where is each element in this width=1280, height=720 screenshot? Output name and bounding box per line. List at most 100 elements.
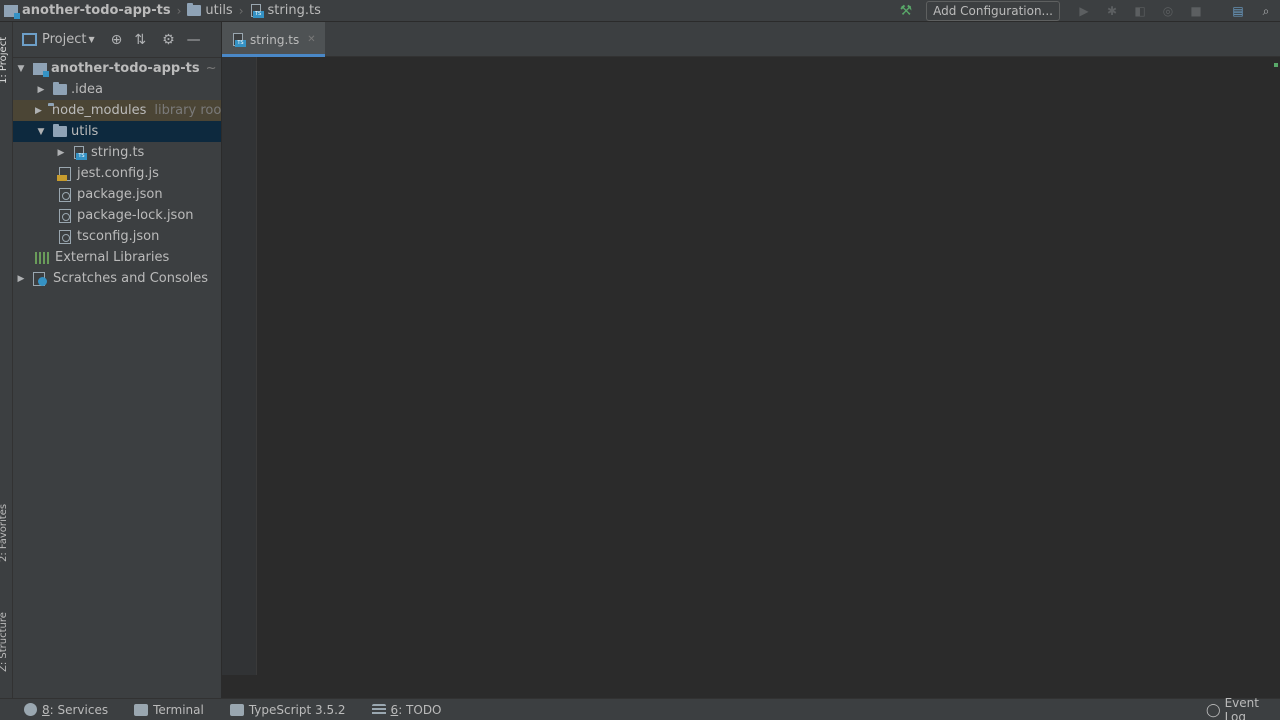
search-everywhere-icon[interactable]: ⌕ (1252, 4, 1280, 19)
collapsed-arrow-icon[interactable]: ▶ (55, 148, 67, 158)
project-view-selector[interactable]: Project ▼ (22, 32, 95, 47)
profile-icon[interactable]: ◎ (1154, 4, 1182, 18)
terminal-icon (134, 703, 149, 716)
event-log-icon: ◯ (1206, 702, 1221, 718)
todo-label: : TODO (398, 702, 442, 717)
breadcrumb-folder[interactable]: utils (185, 0, 234, 22)
typescript-file-icon: TS (250, 3, 264, 18)
breadcrumb-separator-icon: › (238, 3, 244, 18)
typescript-file-icon: TS (232, 32, 246, 47)
tree-item-label: package.json (77, 187, 163, 202)
tree-item-label: tsconfig.json (77, 229, 160, 244)
bottom-tool-bar: 8 : Services Terminal TypeScript 3.5.2 6… (0, 696, 1280, 720)
breadcrumb-folder-label: utils (205, 3, 233, 18)
tree-item-label: package-lock.json (77, 208, 194, 223)
collapsed-arrow-icon[interactable]: ▶ (35, 85, 47, 95)
tree-item-hint: ~ (205, 61, 217, 76)
project-view-label: Project (42, 32, 87, 47)
typescript-icon (229, 703, 244, 716)
tree-item-label: node_modules (51, 103, 147, 118)
project-icon (4, 4, 20, 19)
project-folder-icon (33, 62, 49, 77)
tree-item-package-json[interactable]: package.json (13, 184, 221, 205)
library-icon (35, 251, 49, 264)
expanded-arrow-icon[interactable]: ▼ (15, 64, 27, 74)
javascript-file-icon (57, 166, 71, 181)
services-tool-button[interactable]: 8 : Services (24, 703, 108, 717)
tree-item-jest-config[interactable]: jest.config.js (13, 163, 221, 184)
collapse-all-icon[interactable]: ⇅ (134, 32, 146, 48)
favorites-tool-button[interactable]: 2: Favorites (0, 504, 9, 562)
code-editor[interactable] (257, 57, 1280, 675)
tree-item-scratches[interactable]: ▶ Scratches and Consoles (13, 268, 221, 289)
typescript-label: TypeScript 3.5.2 (248, 702, 346, 717)
tree-item-root[interactable]: ▼ another-todo-app-ts ~ (13, 58, 221, 79)
event-log-tool-button[interactable]: ◯ Event Log (1206, 696, 1280, 720)
project-tree: ▼ another-todo-app-ts ~ ▶ .idea ▶ node_m… (13, 58, 221, 289)
build-hammer-icon[interactable]: ⚒ (900, 3, 913, 19)
navigation-bar: another-todo-app-ts › utils › TS string.… (0, 0, 1280, 22)
tree-item-string-ts[interactable]: ▶ TS string.ts (13, 142, 221, 163)
breadcrumb-file-label: string.ts (267, 3, 321, 18)
tab-string-ts[interactable]: TS string.ts ✕ (222, 22, 325, 57)
project-panel-header: Project ▼ ⊕ ⇅ ⚙ — (13, 22, 221, 58)
collapsed-arrow-icon[interactable]: ▶ (15, 274, 27, 284)
tree-item-tsconfig[interactable]: tsconfig.json (13, 226, 221, 247)
tree-item-node-modules[interactable]: ▶ node_modules library root (13, 100, 221, 121)
gear-icon[interactable]: ⚙ (162, 32, 175, 48)
bottom-bar-right: ◯ Event Log (1206, 696, 1280, 720)
tree-item-label: utils (71, 124, 99, 139)
folder-icon (53, 124, 67, 137)
project-panel: Project ▼ ⊕ ⇅ ⚙ — ▼ another-todo-app-ts … (13, 22, 222, 698)
typescript-file-icon: TS (73, 145, 87, 160)
tree-item-utils[interactable]: ▼ utils (13, 121, 221, 142)
chevron-down-icon: ▼ (88, 35, 95, 44)
tree-item-label: .idea (71, 82, 103, 97)
editor-gutter (222, 57, 257, 675)
breadcrumb-project-label: another-todo-app-ts (22, 3, 171, 18)
expanded-arrow-icon[interactable]: ▼ (35, 127, 47, 137)
collapsed-arrow-icon[interactable]: ▶ (35, 106, 42, 116)
run-icon[interactable]: ▶ (1070, 4, 1098, 18)
left-tool-strip: 1: Project 2: Favorites Z: Structure (0, 22, 13, 698)
tree-item-label: another-todo-app-ts (51, 61, 200, 76)
services-label: : Services (49, 702, 109, 717)
run-toolbar: ⚒ Add Configuration... ▶ ✱ ◧ ◎ ■ ▤ ⌕ (900, 0, 1280, 22)
tree-item-idea[interactable]: ▶ .idea (13, 79, 221, 100)
breadcrumb-project[interactable]: another-todo-app-ts (0, 0, 173, 22)
todo-shortcut: 6 (390, 702, 399, 717)
scratches-icon (33, 271, 47, 286)
json-file-icon (59, 208, 71, 223)
tree-item-external-libraries[interactable]: External Libraries (13, 247, 221, 268)
project-tool-button[interactable]: 1: Project (0, 37, 9, 84)
event-log-label: Event Log (1224, 696, 1259, 720)
stop-icon[interactable]: ■ (1182, 4, 1210, 18)
breadcrumb-file[interactable]: TS string.ts (248, 0, 323, 22)
project-view-icon (22, 33, 37, 46)
json-file-icon (59, 229, 71, 244)
services-icon (24, 703, 37, 716)
tree-item-label: jest.config.js (77, 166, 159, 181)
editor-tab-bar: TS string.ts ✕ (222, 22, 1280, 57)
structure-tool-button[interactable]: Z: Structure (0, 612, 9, 672)
tree-item-label: External Libraries (55, 250, 170, 265)
todo-tool-button[interactable]: 6 : TODO (371, 702, 442, 717)
close-icon[interactable]: ✕ (307, 34, 315, 45)
project-structure-icon[interactable]: ▤ (1224, 4, 1252, 18)
typescript-tool-button[interactable]: TypeScript 3.5.2 (229, 702, 346, 717)
todo-icon (371, 703, 386, 716)
folder-icon (187, 3, 202, 16)
locate-file-icon[interactable]: ⊕ (111, 32, 123, 48)
coverage-icon[interactable]: ◧ (1126, 4, 1154, 18)
debug-icon[interactable]: ✱ (1098, 4, 1126, 18)
terminal-tool-button[interactable]: Terminal (134, 703, 204, 717)
folder-icon (53, 82, 67, 95)
inspection-status-icon[interactable] (1274, 63, 1278, 67)
services-shortcut: 8 (42, 702, 50, 717)
add-configuration-button[interactable]: Add Configuration... (926, 1, 1060, 21)
json-file-icon (59, 187, 71, 202)
hide-panel-icon[interactable]: — (187, 32, 201, 48)
terminal-label: Terminal (153, 702, 204, 717)
tab-label: string.ts (250, 32, 300, 47)
tree-item-package-lock[interactable]: package-lock.json (13, 205, 221, 226)
